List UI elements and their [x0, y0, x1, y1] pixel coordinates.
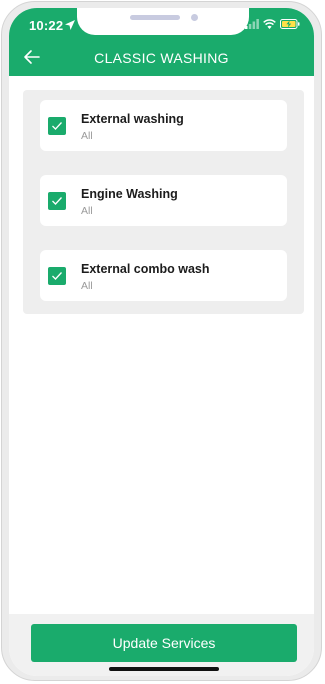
page-title: CLASSIC WASHING	[94, 50, 229, 66]
service-checkbox[interactable]	[48, 267, 66, 285]
update-services-button[interactable]: Update Services	[31, 624, 297, 662]
checkmark-icon	[52, 122, 62, 130]
camera-dot	[191, 14, 198, 21]
location-arrow-icon	[65, 20, 75, 30]
service-item-engine-washing[interactable]: Engine Washing All	[40, 175, 287, 226]
phone-frame: 10:22 CLASSIC WASHING External washing A…	[1, 1, 322, 681]
battery-charging-icon	[280, 19, 300, 29]
service-subtitle: All	[81, 130, 93, 142]
speaker	[130, 15, 180, 20]
notch	[77, 8, 249, 35]
service-checkbox[interactable]	[48, 192, 66, 210]
status-time: 10:22	[29, 18, 64, 33]
checkmark-icon	[52, 197, 62, 205]
status-icons	[245, 19, 300, 29]
app-bar: CLASSIC WASHING	[9, 46, 314, 74]
checkmark-icon	[52, 272, 62, 280]
service-subtitle: All	[81, 205, 93, 217]
wifi-icon	[263, 19, 276, 29]
services-panel: External washing All Engine Washing All	[23, 90, 304, 314]
signal-icon	[245, 19, 259, 29]
header: 10:22 CLASSIC WASHING	[9, 8, 314, 76]
service-item-external-washing[interactable]: External washing All	[40, 100, 287, 151]
service-subtitle: All	[81, 280, 93, 292]
footer: Update Services	[9, 614, 314, 676]
service-name: External washing	[81, 112, 184, 126]
service-name: Engine Washing	[81, 187, 178, 201]
service-item-external-combo-wash[interactable]: External combo wash All	[40, 250, 287, 301]
home-indicator	[109, 667, 219, 671]
service-checkbox[interactable]	[48, 117, 66, 135]
service-name: External combo wash	[81, 262, 210, 276]
screen: 10:22 CLASSIC WASHING External washing A…	[9, 8, 314, 676]
